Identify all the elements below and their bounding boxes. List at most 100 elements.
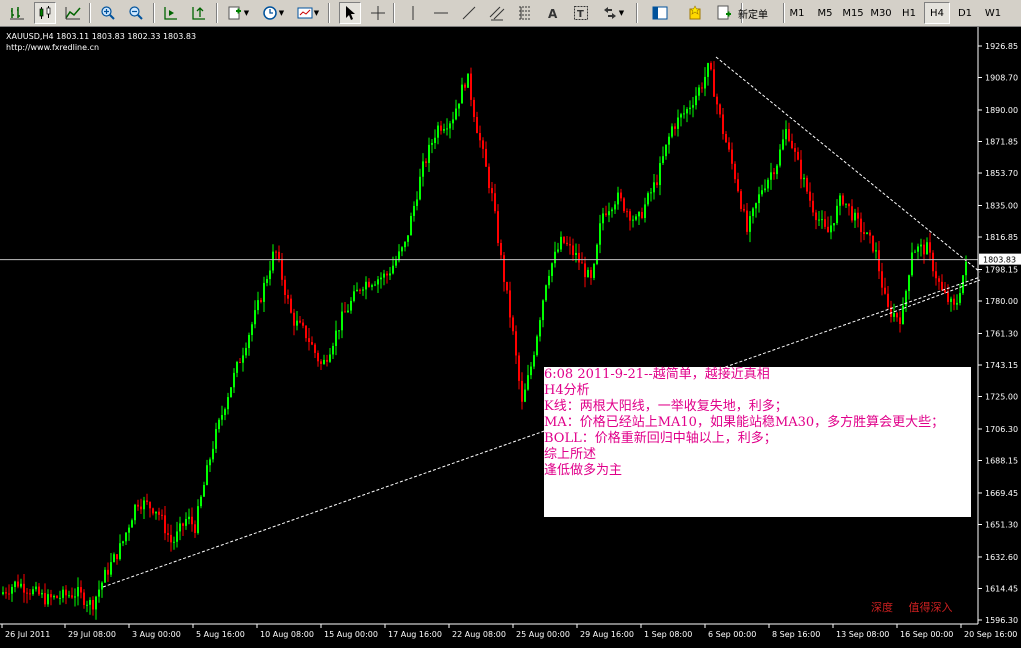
candle-body bbox=[731, 149, 733, 164]
candle-body bbox=[854, 212, 856, 221]
candle-body bbox=[212, 448, 214, 460]
candle-body bbox=[689, 107, 691, 110]
candle-body bbox=[761, 190, 763, 195]
arrows-button[interactable]: ▼ bbox=[598, 2, 628, 24]
candle-body bbox=[914, 251, 916, 253]
text-button[interactable]: A bbox=[542, 2, 564, 24]
price-tick-label: 1890.00 bbox=[985, 106, 1018, 115]
candle-body bbox=[185, 519, 187, 526]
candle-body bbox=[878, 250, 880, 272]
candle-body bbox=[128, 527, 130, 533]
candle-body bbox=[143, 500, 145, 510]
candle-body bbox=[209, 459, 211, 466]
time-tick-label: 3 Aug 00:00 bbox=[132, 630, 181, 639]
equidistant-channel-button[interactable] bbox=[486, 2, 508, 24]
navigator-button[interactable] bbox=[649, 2, 671, 24]
timeframe-m15-button[interactable]: M15 bbox=[840, 2, 866, 24]
candle-body bbox=[191, 516, 193, 525]
candle-body bbox=[89, 599, 91, 605]
candle-body bbox=[869, 232, 871, 236]
timeframe-m1-button[interactable]: M1 bbox=[784, 2, 810, 24]
indicators-button[interactable]: ▼ bbox=[223, 2, 253, 24]
candle-body bbox=[236, 362, 238, 373]
candle-body bbox=[929, 242, 931, 253]
crosshair-button[interactable] bbox=[367, 2, 389, 24]
candle-body bbox=[284, 279, 286, 295]
candle-body bbox=[677, 117, 679, 129]
fibonacci-button[interactable] bbox=[514, 2, 536, 24]
autoscroll-button[interactable] bbox=[160, 2, 182, 24]
candle-body bbox=[92, 599, 94, 610]
favorites-button[interactable] bbox=[684, 2, 706, 24]
price-chart[interactable]: 1926.85 1908.70 1890.00 1871.85 1853.70 1835.… bbox=[0, 27, 1021, 648]
chart-shift-button[interactable] bbox=[188, 2, 210, 24]
candle-body bbox=[365, 281, 367, 290]
candle-body bbox=[38, 586, 40, 595]
candle-body bbox=[431, 143, 433, 145]
candle-body bbox=[176, 531, 178, 542]
candle-body bbox=[686, 109, 688, 114]
text-label-button[interactable]: T bbox=[570, 2, 592, 24]
footnote: 深度 值得深入 bbox=[871, 599, 965, 615]
candle-body bbox=[527, 375, 529, 390]
candle-body bbox=[434, 137, 436, 144]
zoom-in-button[interactable] bbox=[97, 2, 119, 24]
candle-body bbox=[626, 211, 628, 213]
timeframe-h1-button[interactable]: H1 bbox=[896, 2, 922, 24]
candle-body bbox=[734, 163, 736, 180]
candle-chart-button[interactable] bbox=[34, 2, 56, 24]
candle-body bbox=[614, 204, 616, 210]
templates-button[interactable]: ▼ bbox=[293, 2, 323, 24]
toolbar-separator bbox=[328, 3, 330, 23]
timeframe-h4-button[interactable]: H4 bbox=[924, 2, 950, 24]
candle-body bbox=[8, 593, 10, 595]
candle-body bbox=[353, 291, 355, 301]
candle-body bbox=[779, 149, 781, 166]
timeframe-w1-button[interactable]: W1 bbox=[980, 2, 1006, 24]
new-order-label[interactable]: 新定单 bbox=[738, 2, 768, 24]
candle-body bbox=[959, 293, 961, 303]
price-tick-label: 1926.85 bbox=[985, 42, 1018, 51]
timeframe-d1-button[interactable]: D1 bbox=[952, 2, 978, 24]
candle-body bbox=[896, 313, 898, 318]
candle-body bbox=[470, 73, 472, 100]
timeframe-m30-button[interactable]: M30 bbox=[868, 2, 894, 24]
candle-body bbox=[416, 199, 418, 206]
chart-canvas[interactable]: 1926.85 1908.70 1890.00 1871.85 1853.70 1835.… bbox=[0, 27, 1021, 648]
zoom-out-icon bbox=[129, 6, 143, 20]
candle-body bbox=[23, 583, 25, 593]
candle-body bbox=[467, 73, 469, 88]
candle-body bbox=[785, 129, 787, 140]
cursor-button[interactable] bbox=[339, 2, 361, 24]
candle-body bbox=[311, 342, 313, 345]
candle-body bbox=[464, 84, 466, 88]
candle-body bbox=[548, 275, 550, 286]
candle-body bbox=[68, 595, 70, 597]
periods-button[interactable]: ▼ bbox=[258, 2, 288, 24]
bar-chart-button[interactable] bbox=[6, 2, 28, 24]
note-line: H4分析 bbox=[544, 383, 590, 398]
candle-body bbox=[386, 273, 388, 276]
time-tick-label: 29 Aug 16:00 bbox=[580, 630, 634, 639]
candle-body bbox=[539, 320, 541, 337]
trendline-button[interactable] bbox=[458, 2, 480, 24]
line-chart-button[interactable] bbox=[62, 2, 84, 24]
candle-body bbox=[893, 313, 895, 317]
candle-body bbox=[833, 223, 835, 226]
candle-body bbox=[941, 281, 943, 291]
new-order-button[interactable] bbox=[713, 2, 735, 24]
vertical-line-button[interactable] bbox=[402, 2, 424, 24]
candle-body bbox=[299, 320, 301, 323]
candle-body bbox=[389, 273, 391, 276]
zoom-out-button[interactable] bbox=[125, 2, 147, 24]
timeframe-m5-button[interactable]: M5 bbox=[812, 2, 838, 24]
vertical-line-icon bbox=[412, 6, 414, 20]
candle-body bbox=[269, 270, 271, 280]
candle-body bbox=[647, 193, 649, 205]
candle-body bbox=[704, 76, 706, 89]
horizontal-line-button[interactable] bbox=[430, 2, 452, 24]
candle-body bbox=[845, 203, 847, 205]
candle-body bbox=[131, 520, 133, 528]
candle-body bbox=[698, 87, 700, 96]
candle-body bbox=[653, 182, 655, 193]
